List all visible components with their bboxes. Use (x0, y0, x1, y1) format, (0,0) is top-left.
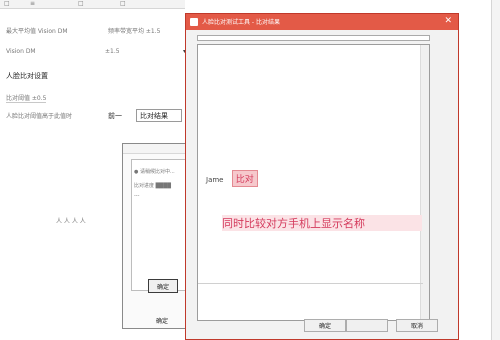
scrollbar[interactable] (420, 45, 429, 320)
app-icon (190, 18, 198, 26)
panel-divider (198, 283, 423, 284)
result-dialog: 人脸比对测试工具 - 比对结果 ✕ Jame 比对 同时比较对方手机上显示名称 … (185, 13, 459, 340)
settings-row1-value: 频率带宽平均 ±1.5 (108, 28, 161, 35)
background-scrollbar[interactable] (491, 0, 500, 340)
background-dialog-titlebar (123, 144, 189, 154)
settings-row2-value: ±1.5 (105, 48, 120, 55)
settings-row2-label: Vision DM (6, 48, 36, 55)
section-title: 人脸比对设置 (6, 72, 48, 80)
menu-item[interactable]: □ (4, 0, 10, 7)
settings-row1-label: 最大平均值 Vision DM (6, 28, 68, 35)
chip-value: 比对结果 (140, 112, 168, 120)
side-label: 人 人 人 人 (56, 218, 86, 225)
cancel-button[interactable]: 取消 (396, 319, 438, 332)
chip-value-box[interactable]: 比对结果 (136, 109, 182, 122)
menu-item[interactable]: □ (120, 0, 126, 7)
background-menu-strip: □ ≡ □ □ (0, 0, 185, 9)
close-icon[interactable]: ✕ (444, 16, 452, 26)
confirm-button[interactable]: 确定 (304, 319, 346, 332)
background-dialog-panel: ● 请稍候比对中... 比对进度 ████ --- (131, 159, 189, 291)
menu-item[interactable]: □ (78, 0, 84, 7)
dialog2-text-line: ● 请稍候比对中... (134, 169, 175, 175)
result-value: 比对 (235, 175, 254, 185)
result-panel: Jame 比对 同时比较对方手机上显示名称 (197, 44, 430, 321)
setting-sub: 人脸比对阈值高于此值时 (6, 113, 73, 120)
dialog2-text-line: 比对进度 ████ (134, 183, 171, 189)
background-dialog-tab-button[interactable]: 确定 (148, 314, 176, 326)
dialog-title: 人脸比对测试工具 - 比对结果 (202, 19, 280, 26)
dialog-input-field[interactable] (197, 35, 430, 41)
result-row: Jame 比对 (206, 170, 258, 187)
middle-button[interactable] (346, 319, 388, 332)
dialog-titlebar: 人脸比对测试工具 - 比对结果 ✕ (186, 14, 458, 30)
background-dialog: ● 请稍候比对中... 比对进度 ████ --- 确定 确定 (122, 143, 190, 329)
background-dialog-ok-button[interactable]: 确定 (148, 279, 178, 293)
menu-item[interactable]: ≡ (30, 0, 35, 7)
result-message: 同时比较对方手机上显示名称 (222, 215, 422, 231)
chip-label: 前一 (108, 112, 122, 120)
setting-label: 比对阈值 ±0.5 (6, 95, 47, 102)
dialog2-text-line: --- (134, 193, 140, 199)
result-value-badge: 比对 (231, 170, 258, 187)
setting-underline (6, 102, 46, 103)
result-label: Jame (206, 176, 224, 184)
